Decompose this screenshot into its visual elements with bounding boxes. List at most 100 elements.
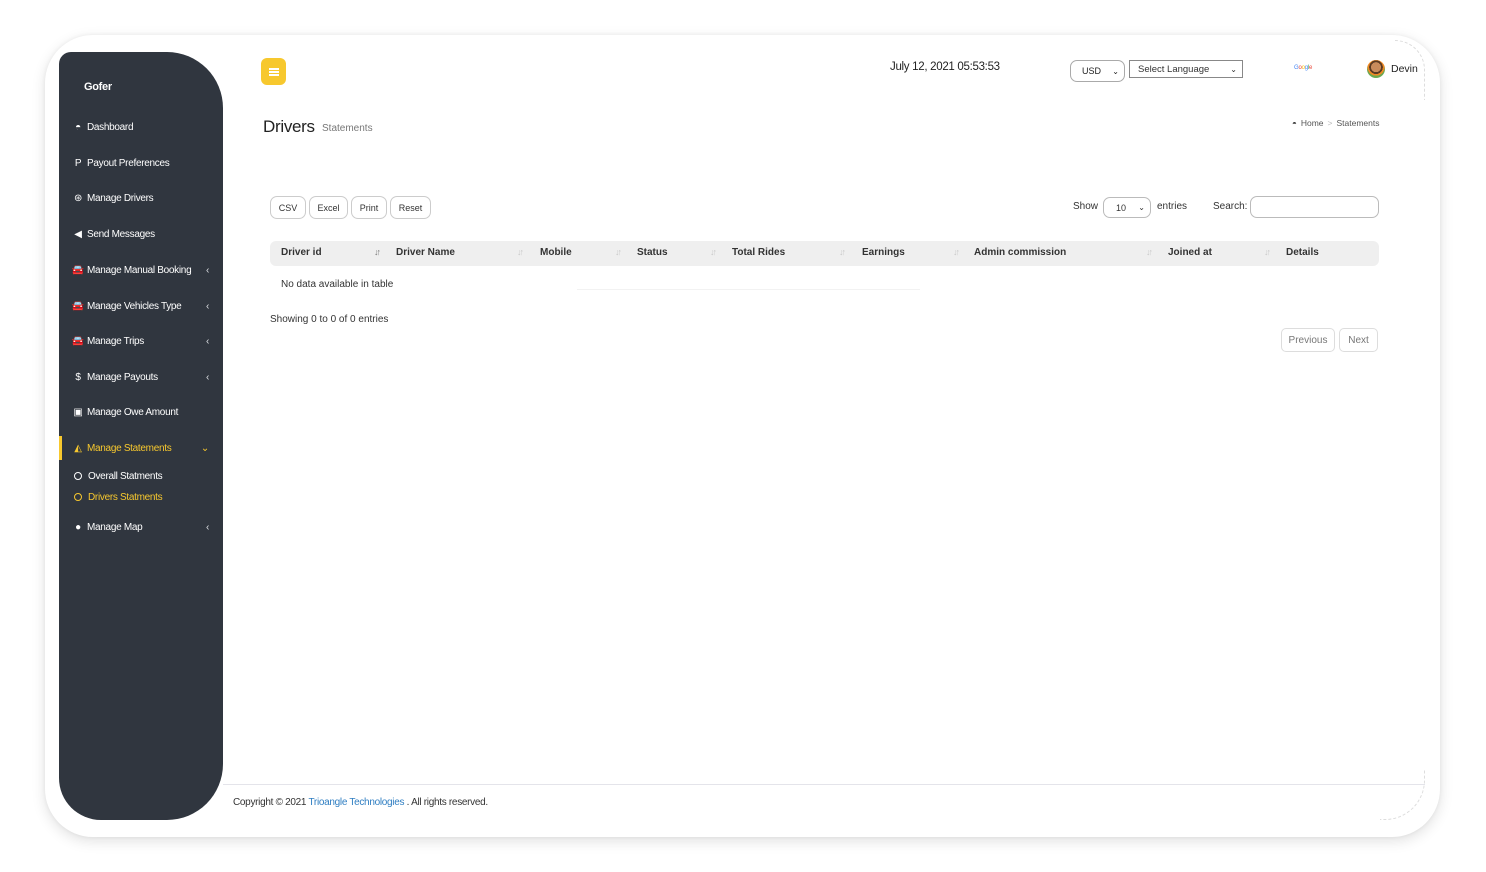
- search-input[interactable]: [1250, 196, 1379, 218]
- row-divider: [577, 289, 920, 290]
- chevron-down-icon: ⌄: [1138, 203, 1145, 212]
- sort-icon[interactable]: ↓↑: [615, 247, 622, 257]
- sidebar-item-label: Manage Owe Amount: [87, 406, 179, 418]
- search-label: Search:: [1213, 201, 1248, 212]
- sidebar-item-label: Dashboard: [87, 121, 134, 133]
- footer-divider: [223, 784, 1425, 785]
- chevron-down-icon: ⌄: [200, 442, 209, 454]
- previous-page-button[interactable]: Previous: [1281, 328, 1335, 352]
- column-header-details[interactable]: Details: [1286, 247, 1319, 258]
- dollar-icon: $: [75, 371, 81, 383]
- column-header-joined-at[interactable]: Joined at: [1168, 247, 1212, 258]
- sidebar-item-manage-vehicles-type[interactable]: 🚘 Manage Vehicles Type ‹: [59, 294, 223, 318]
- sidebar-item-label: Manage Map: [87, 521, 143, 533]
- dribbble-icon: ⊛: [73, 192, 83, 204]
- money-icon: ▣: [73, 406, 83, 418]
- chevron-left-icon: ‹: [205, 521, 209, 533]
- sidebar-item-label: Manage Trips: [87, 335, 144, 347]
- sidebar-item-label: Manage Statements: [87, 442, 172, 454]
- page-subtitle: Statements: [322, 123, 373, 134]
- csv-button[interactable]: CSV: [270, 196, 306, 219]
- brand-logo[interactable]: Gofer: [84, 81, 112, 93]
- paypal-icon: P: [74, 157, 82, 169]
- sidebar-item-manage-owe-amount[interactable]: ▣ Manage Owe Amount: [59, 400, 223, 424]
- sidebar-item-manage-statements[interactable]: ◭ Manage Statements ⌄: [59, 436, 223, 460]
- map-marker-icon: ●: [75, 521, 81, 533]
- google-letter: e: [1309, 65, 1313, 71]
- page-title: Drivers: [263, 117, 315, 136]
- sidebar-item-manage-map[interactable]: ● Manage Map ‹: [59, 515, 223, 539]
- sidebar-subitem-label: Drivers Statments: [88, 491, 163, 503]
- sort-icon[interactable]: ↓↑: [1146, 247, 1153, 257]
- entries-label: entries: [1157, 201, 1188, 212]
- sort-icon[interactable]: ↓↑: [953, 247, 960, 257]
- show-label: Show: [1073, 201, 1099, 212]
- next-page-button[interactable]: Next: [1339, 328, 1378, 352]
- sidebar-item-label: Manage Vehicles Type: [87, 300, 182, 312]
- currency-select[interactable]: USD ⌄: [1070, 60, 1125, 82]
- footer: Copyright © 2021 Trioangle Technologies …: [233, 797, 488, 808]
- circle-icon: [74, 472, 82, 480]
- chevron-left-icon: ‹: [205, 300, 209, 312]
- area-chart-icon: ◭: [74, 442, 82, 454]
- column-header-admin-commission[interactable]: Admin commission: [974, 247, 1066, 258]
- chevron-left-icon: ‹: [205, 264, 209, 276]
- rights-text: . All rights reserved.: [406, 797, 489, 808]
- sidebar-item-label: Manage Payouts: [87, 371, 158, 383]
- sort-icon[interactable]: ↓↑: [839, 247, 846, 257]
- sidebar-item-label: Manage Drivers: [87, 192, 154, 204]
- sidebar-item-payout-preferences[interactable]: P Payout Preferences: [59, 151, 223, 175]
- reset-button[interactable]: Reset: [390, 196, 431, 219]
- column-header-driver-id[interactable]: Driver id: [281, 247, 322, 258]
- sidebar-item-manage-payouts[interactable]: $ Manage Payouts ‹: [59, 365, 223, 389]
- sidebar-subitem-drivers-statments[interactable]: Drivers Statments: [59, 488, 223, 506]
- bullhorn-icon: ◀: [74, 228, 82, 240]
- breadcrumb-home[interactable]: Home: [1301, 118, 1324, 128]
- chevron-left-icon: ‹: [205, 335, 209, 347]
- column-header-earnings[interactable]: Earnings: [862, 247, 905, 258]
- sidebar-subitem-overall-statments[interactable]: Overall Statments: [59, 467, 223, 485]
- language-value: Select Language: [1138, 63, 1210, 75]
- taxi-icon: 🚘: [71, 264, 85, 276]
- column-header-driver-name[interactable]: Driver Name: [396, 247, 455, 258]
- currency-value: USD: [1082, 66, 1102, 76]
- breadcrumb: ◓ Home > Statements: [1292, 118, 1380, 128]
- avatar[interactable]: [1367, 60, 1385, 78]
- taxi-icon: 🚘: [71, 300, 85, 312]
- excel-button[interactable]: Excel: [309, 196, 348, 219]
- chevron-left-icon: ‹: [205, 371, 209, 383]
- sidebar-item-manage-trips[interactable]: 🚘 Manage Trips ‹: [59, 329, 223, 353]
- table-empty-message: No data available in table: [281, 279, 394, 290]
- column-header-mobile[interactable]: Mobile: [540, 247, 572, 258]
- language-select[interactable]: Select Language ⌄: [1129, 60, 1243, 78]
- chevron-down-icon: ⌄: [1112, 66, 1119, 76]
- sidebar-item-manage-manual-booking[interactable]: 🚘 Manage Manual Booking ‹: [59, 258, 223, 282]
- sort-icon[interactable]: ↓↑: [710, 247, 717, 257]
- print-button[interactable]: Print: [351, 196, 387, 219]
- table-header: Driver id ↓↑ Driver Name ↓↑ Mobile ↓↑ St…: [270, 241, 1379, 266]
- sidebar-item-manage-drivers[interactable]: ⊛ Manage Drivers: [59, 186, 223, 210]
- table-info: Showing 0 to 0 of 0 entries: [270, 314, 389, 325]
- sort-icon[interactable]: ↓↑: [517, 247, 524, 257]
- sort-icon[interactable]: ↓↑: [1264, 247, 1271, 257]
- sidebar-subitem-label: Overall Statments: [88, 470, 163, 482]
- breadcrumb-separator: >: [1327, 118, 1333, 128]
- dashboard-icon: ◓: [75, 121, 81, 133]
- app-frame: [45, 35, 1440, 837]
- sort-asc-icon[interactable]: ↓↑: [374, 247, 381, 257]
- sidebar-item-label: Manage Manual Booking: [87, 264, 192, 276]
- sidebar-item-label: Payout Preferences: [87, 157, 170, 169]
- datetime-display: July 12, 2021 05:53:53: [890, 61, 1000, 73]
- circle-icon: [74, 493, 82, 501]
- sidebar-item-label: Send Messages: [87, 228, 155, 240]
- dashboard-icon: ◓: [1292, 118, 1297, 128]
- page-length-select[interactable]: 10 ⌄: [1103, 197, 1151, 218]
- company-link[interactable]: Trioangle Technologies: [308, 797, 404, 808]
- column-header-total-rides[interactable]: Total Rides: [732, 247, 785, 258]
- google-translate-logo[interactable]: Google: [1294, 65, 1312, 71]
- user-name[interactable]: Devin: [1391, 63, 1418, 75]
- menu-toggle-button[interactable]: [261, 58, 286, 85]
- column-header-status[interactable]: Status: [637, 247, 668, 258]
- sidebar-item-send-messages[interactable]: ◀ Send Messages: [59, 222, 223, 246]
- sidebar-item-dashboard[interactable]: ◓ Dashboard: [59, 115, 223, 139]
